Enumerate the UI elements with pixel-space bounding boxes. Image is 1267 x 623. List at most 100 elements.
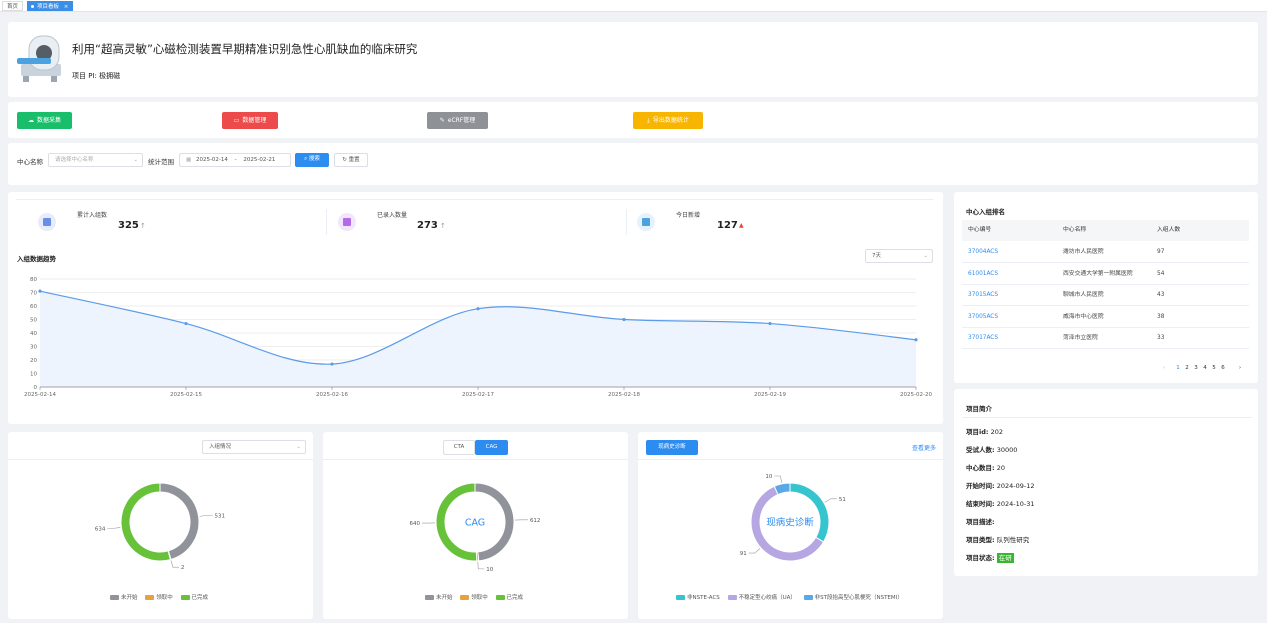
- pie-slice[interactable]: [773, 482, 791, 496]
- pie-slice[interactable]: [120, 482, 172, 562]
- data-point[interactable]: [768, 321, 772, 326]
- close-icon[interactable]: ×: [64, 4, 69, 10]
- export-stats-button[interactable]: ⤓ 导出数据统计: [633, 112, 703, 129]
- enrollment-select-value: 入组情况: [209, 444, 232, 450]
- reset-button[interactable]: ↻ 重置: [334, 153, 368, 167]
- data-point[interactable]: [476, 307, 480, 311]
- search-button[interactable]: ⌕ 搜索: [295, 153, 329, 167]
- pager-page[interactable]: 2: [1183, 365, 1191, 371]
- y-tick-label: 10: [30, 372, 37, 378]
- stat-label: 今日新增: [676, 212, 701, 219]
- center-count: 43: [1157, 292, 1165, 298]
- ecrf-manage-button[interactable]: ✎ eCRF管理: [427, 112, 488, 129]
- pager-page[interactable]: 3: [1192, 365, 1200, 371]
- center-select[interactable]: 请选择中心名称 ⌄: [48, 153, 143, 167]
- info-value: 2024-09-12: [996, 482, 1035, 490]
- info-row: 项目id: 202: [966, 426, 1003, 436]
- project-header: [8, 22, 1258, 97]
- legend-label: 非ST段抬高型心肌梗死（NSTEMI）: [814, 595, 903, 601]
- divider: [626, 209, 627, 235]
- enrollment-select[interactable]: 入组情况 ⌄: [202, 440, 306, 454]
- col-header-count: 入组人数: [1157, 227, 1181, 233]
- trend-arrow: ↑: [440, 222, 446, 230]
- tab-cta[interactable]: CTA: [443, 440, 475, 455]
- info-value: 202: [990, 428, 1003, 436]
- tab-project-board[interactable]: 项目看板 ×: [27, 1, 74, 11]
- chevron-down-icon: ⌄: [133, 157, 138, 163]
- pie-slice[interactable]: [789, 482, 830, 543]
- table-row: 37004ACS 潍坊市人民医院 97: [962, 242, 1249, 263]
- x-tick-label: 2025-02-17: [462, 392, 494, 398]
- info-row: 受试人数: 30000: [966, 444, 1017, 454]
- pie-center-label: CAG: [465, 518, 485, 529]
- period-select[interactable]: 7天 ⌄: [865, 249, 933, 263]
- pie-chart-diagnosis: 51 91 10 现病史诊断: [740, 474, 846, 562]
- divider: [323, 459, 628, 460]
- pager-next[interactable]: ›: [1236, 365, 1244, 371]
- pager-page[interactable]: 6: [1219, 365, 1227, 371]
- tab-cag[interactable]: CAG: [475, 440, 508, 455]
- divider: [962, 417, 1252, 418]
- download-icon: ⤓: [647, 117, 650, 124]
- slice-value-label: 531: [215, 513, 226, 519]
- refresh-icon: ↻: [342, 157, 347, 163]
- ranking-title: 中心入组排名: [966, 208, 1005, 216]
- project-pi: 项目 PI: 极拥磁: [72, 72, 121, 80]
- x-tick-label: 2025-02-20: [900, 392, 932, 398]
- new-today-icon: [637, 213, 655, 231]
- view-more-link[interactable]: 查看更多: [912, 443, 936, 452]
- data-collect-button[interactable]: ☁ 数据采集: [17, 112, 72, 129]
- label-leader: [107, 527, 121, 529]
- pie-center-label: 现病史诊断: [766, 517, 814, 529]
- info-row: 开始时间: 2024-09-12: [966, 480, 1034, 490]
- center-count: 97: [1157, 249, 1165, 255]
- legend-label: 领取中: [471, 595, 488, 601]
- date-range-picker[interactable]: ▦ 2025-02-14 - 2025-02-21: [179, 153, 291, 167]
- label-leader: [199, 515, 213, 517]
- y-tick-label: 80: [30, 277, 37, 283]
- legend-label: 已完成: [506, 595, 524, 601]
- page-title: 利用“超高灵敏”心磁检测装置早期精准识别急性心肌缺血的临床研究: [72, 42, 418, 56]
- legend-label: 已完成: [191, 595, 209, 601]
- table-row: 37015ACS 聊城市人民医院 43: [962, 285, 1249, 306]
- legend-label: 不稳定型心绞痛（UA）: [738, 595, 796, 601]
- data-point[interactable]: [38, 289, 42, 293]
- divider: [638, 459, 943, 460]
- data-point[interactable]: [914, 338, 918, 342]
- search-icon: ⌕: [304, 156, 308, 162]
- pie-legend: 未开始 领取中 已完成: [104, 593, 208, 601]
- center-count: 54: [1157, 270, 1165, 277]
- data-point[interactable]: [330, 362, 334, 366]
- intro-title: 项目简介: [966, 405, 992, 413]
- y-tick-label: 20: [30, 358, 37, 364]
- diagnosis-button[interactable]: 现病史诊断: [646, 440, 698, 455]
- pager-prev[interactable]: ‹: [1160, 365, 1168, 371]
- tab-home[interactable]: 首页: [2, 1, 24, 11]
- trend-arrow: ↑: [140, 222, 146, 230]
- center-id-link[interactable]: 37005ACS: [968, 307, 998, 328]
- data-manage-button[interactable]: ▭ 数据管理: [222, 112, 278, 129]
- tab-bar: 首页 项目看板 ×: [0, 0, 1267, 12]
- x-tick-label: 2025-02-14: [24, 392, 56, 398]
- center-id-link[interactable]: 37017ACS: [968, 328, 998, 349]
- info-label: 项目描述:: [966, 518, 995, 526]
- info-label: 开始时间:: [966, 482, 995, 490]
- pager-page[interactable]: 1: [1174, 365, 1182, 371]
- center-select-placeholder: 请选择中心名称: [55, 157, 94, 163]
- center-name: 聊城市人民医院: [1063, 292, 1104, 298]
- date-start: 2025-02-14: [195, 157, 228, 163]
- data-point[interactable]: [622, 317, 626, 322]
- center-id-link[interactable]: 37015ACS: [968, 285, 998, 306]
- data-point[interactable]: [184, 321, 188, 326]
- legend-label: 未开始: [436, 595, 453, 601]
- entered-icon: [338, 213, 356, 231]
- info-row: 中心数目: 20: [966, 462, 1005, 472]
- pie-slice[interactable]: [159, 482, 200, 561]
- info-label: 中心数目:: [966, 464, 995, 472]
- pager-page[interactable]: 5: [1210, 365, 1218, 371]
- status-badge: 在研: [996, 553, 1014, 563]
- pager-page[interactable]: 4: [1201, 365, 1209, 371]
- search-label: 搜索: [308, 156, 320, 162]
- center-id-link[interactable]: 61001ACS: [968, 264, 998, 285]
- center-id-link[interactable]: 37004ACS: [968, 242, 998, 263]
